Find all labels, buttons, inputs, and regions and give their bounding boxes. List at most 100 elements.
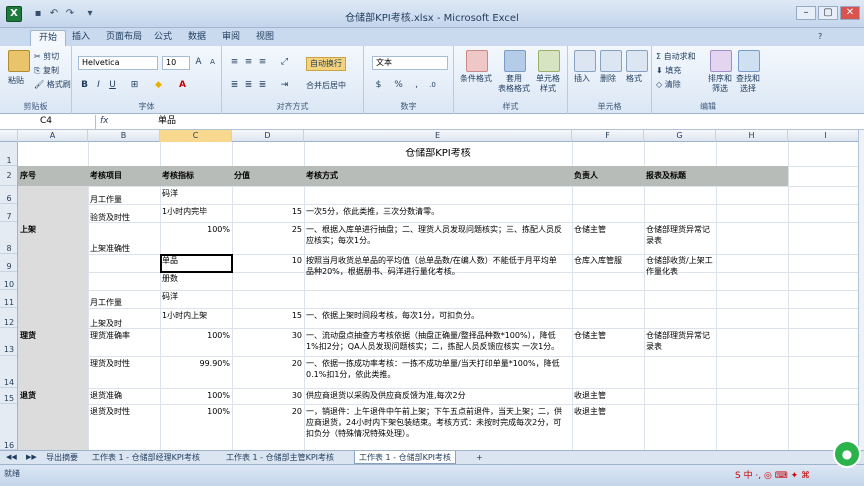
header-seq[interactable]: 序号 [20, 170, 86, 181]
conditional-format-button[interactable]: 条件格式 [460, 74, 492, 84]
paste-button[interactable]: 粘贴 [8, 76, 24, 86]
tab-formulas[interactable]: 公式 [146, 30, 180, 46]
find-select-button[interactable]: 查找和 选择 [736, 74, 760, 94]
cell[interactable]: 收退主管 [574, 406, 642, 417]
indent-icon[interactable]: ⇥ [278, 79, 291, 91]
insert-sheet-icon[interactable]: + [472, 451, 487, 464]
cell[interactable]: 仓储主管 [574, 224, 642, 235]
row-header-15[interactable]: 15 [0, 388, 17, 404]
column-header-c[interactable]: C [160, 130, 232, 142]
cell[interactable]: 仓储部理货异常记 录表 [646, 224, 716, 246]
cell[interactable]: 验货及时性 [90, 212, 158, 223]
align-bottom-icon[interactable]: ≡ [256, 56, 269, 68]
cell[interactable]: 仓储部理货异常记 录表 [646, 330, 716, 352]
cell[interactable]: 20 [234, 358, 302, 369]
autosum-button[interactable]: Σ 自动求和 [656, 52, 696, 62]
cell[interactable]: 100% [162, 390, 230, 401]
cell[interactable]: 码洋 [162, 188, 230, 199]
bold-button[interactable]: B [78, 79, 91, 91]
select-all-corner[interactable] [0, 130, 18, 142]
cell[interactable]: 上架准确性 [90, 243, 158, 254]
cell[interactable]: 15 [234, 310, 302, 321]
cell[interactable]: 仓储部收货/上架工 作量化表 [646, 255, 716, 277]
cell[interactable]: 按照当月收货总单品的平均值（总单品数/在编人数）不能低于月平均单 品种20%，根… [306, 255, 570, 277]
table-format-icon[interactable] [504, 50, 526, 72]
cell[interactable]: 仓库入库管服 [574, 255, 642, 266]
cut-button[interactable]: ✂ 剪切 [34, 52, 59, 62]
cell[interactable]: 供应商退货以采购及供应商反馈为准,每次2分 [306, 390, 570, 401]
cell[interactable]: 一、根据入库单进行抽盘；二、理货人员发现问题核实；三、拣配人员反 应核实；每次1… [306, 224, 570, 246]
cell[interactable]: 30 [234, 330, 302, 341]
cell[interactable]: 退货准确 [90, 390, 158, 401]
number-format-select[interactable]: 文本 [372, 56, 448, 70]
cell[interactable]: 册数 [162, 273, 230, 284]
format-cells-icon[interactable] [626, 50, 648, 72]
paste-icon[interactable] [8, 50, 30, 72]
name-box[interactable]: C4 [0, 115, 96, 129]
percent-icon[interactable]: % [392, 79, 405, 91]
cell[interactable]: 一次5分，依此类推，三次分数清零。 [306, 206, 570, 217]
cell[interactable]: 理货准确率 [90, 330, 158, 341]
column-header-g[interactable]: G [644, 130, 716, 142]
help-icon[interactable]: ? [818, 32, 822, 42]
fill-color-icon[interactable]: ◆ [152, 79, 165, 91]
cell[interactable]: 一、依据上架时间段考核，每次1分，可扣负分。 [306, 310, 570, 321]
cell[interactable]: 收退主管 [574, 390, 642, 401]
merge-center-button[interactable]: 合并后居中 [306, 81, 346, 91]
worksheet-grid[interactable]: 仓储部KPI考核 序号 考核项目 考核指标 分值 考核方式 负责人 报表及标题 … [18, 142, 858, 450]
cell[interactable]: 1小时内上架 [162, 310, 230, 321]
cell[interactable]: 10 [234, 255, 302, 266]
font-size-select[interactable]: 10 [162, 56, 190, 70]
column-header-f[interactable]: F [572, 130, 644, 142]
column-header-a[interactable]: A [18, 130, 88, 142]
row-header-6[interactable]: 6 [0, 186, 17, 204]
cell[interactable]: 25 [234, 224, 302, 235]
copy-button[interactable]: ⎘ 复制 [34, 66, 59, 76]
cell[interactable]: 一、依据一拣成功率考核：一拣不成功单量/当天打印单量*100%，降低 0.1%扣… [306, 358, 570, 380]
tab-view[interactable]: 视图 [248, 30, 282, 46]
sheet-tab-warehouse-kpi[interactable]: 工作表 1 - 仓储部KPI考核 [354, 451, 457, 464]
conditional-format-icon[interactable] [466, 50, 488, 72]
grow-font-button[interactable]: A [192, 56, 205, 68]
cell[interactable]: 上架及时 [90, 318, 158, 329]
row-header-2[interactable]: 2 [0, 166, 17, 186]
italic-button[interactable]: I [92, 79, 105, 91]
sheet-nav-first-icon[interactable]: ◀◀ [2, 451, 21, 464]
cell[interactable]: 15 [234, 206, 302, 217]
row-header-11[interactable]: 11 [0, 290, 17, 308]
row-header-1[interactable]: 1 [0, 142, 17, 166]
border-icon[interactable]: ⊞ [128, 79, 141, 91]
header-method[interactable]: 考核方式 [306, 170, 570, 181]
header-score[interactable]: 分值 [234, 170, 302, 181]
wrap-text-button[interactable]: 自动换行 [306, 57, 346, 71]
sort-filter-icon[interactable] [710, 50, 732, 72]
row-header-8[interactable]: 8 [0, 222, 17, 254]
row-header-10[interactable]: 10 [0, 272, 17, 290]
tab-page-layout[interactable]: 页面布局 [98, 30, 150, 46]
header-owner[interactable]: 负责人 [574, 170, 642, 181]
underline-button[interactable]: U [106, 79, 119, 91]
row-header-9[interactable]: 9 [0, 254, 17, 272]
sort-filter-button[interactable]: 排序和 筛选 [708, 74, 732, 94]
align-middle-icon[interactable]: ≡ [242, 56, 255, 68]
align-center-icon[interactable]: ≣ [242, 79, 255, 91]
fill-button[interactable]: ⬇ 填充 [656, 66, 681, 76]
maximize-button[interactable]: ▢ [818, 6, 838, 20]
wechat-icon[interactable]: ● [833, 440, 861, 468]
cell[interactable]: 1小时内完毕 [162, 206, 230, 217]
table-format-button[interactable]: 套用 表格格式 [498, 74, 530, 94]
align-top-icon[interactable]: ≡ [228, 56, 241, 68]
fx-icon[interactable]: fx [100, 115, 150, 129]
comma-icon[interactable]: , [410, 79, 423, 91]
insert-cells-icon[interactable] [574, 50, 596, 72]
category-label[interactable]: 退货 [20, 390, 86, 401]
cell[interactable]: 月工作量 [90, 194, 158, 205]
sheet-title[interactable]: 仓储部KPI考核 [304, 148, 572, 159]
cell[interactable]: 月工作量 [90, 297, 158, 308]
minimize-button[interactable]: – [796, 6, 816, 20]
sheet-nav-last-icon[interactable]: ▶▶ [22, 451, 41, 464]
cell-styles-icon[interactable] [538, 50, 560, 72]
active-cell-selection[interactable] [160, 254, 233, 273]
cell[interactable]: 一，销退件：上午退件中午前上架；下午五点前退件，当天上架；二，供 应商退货，24… [306, 406, 570, 439]
cell[interactable]: 仓储主管 [574, 330, 642, 341]
